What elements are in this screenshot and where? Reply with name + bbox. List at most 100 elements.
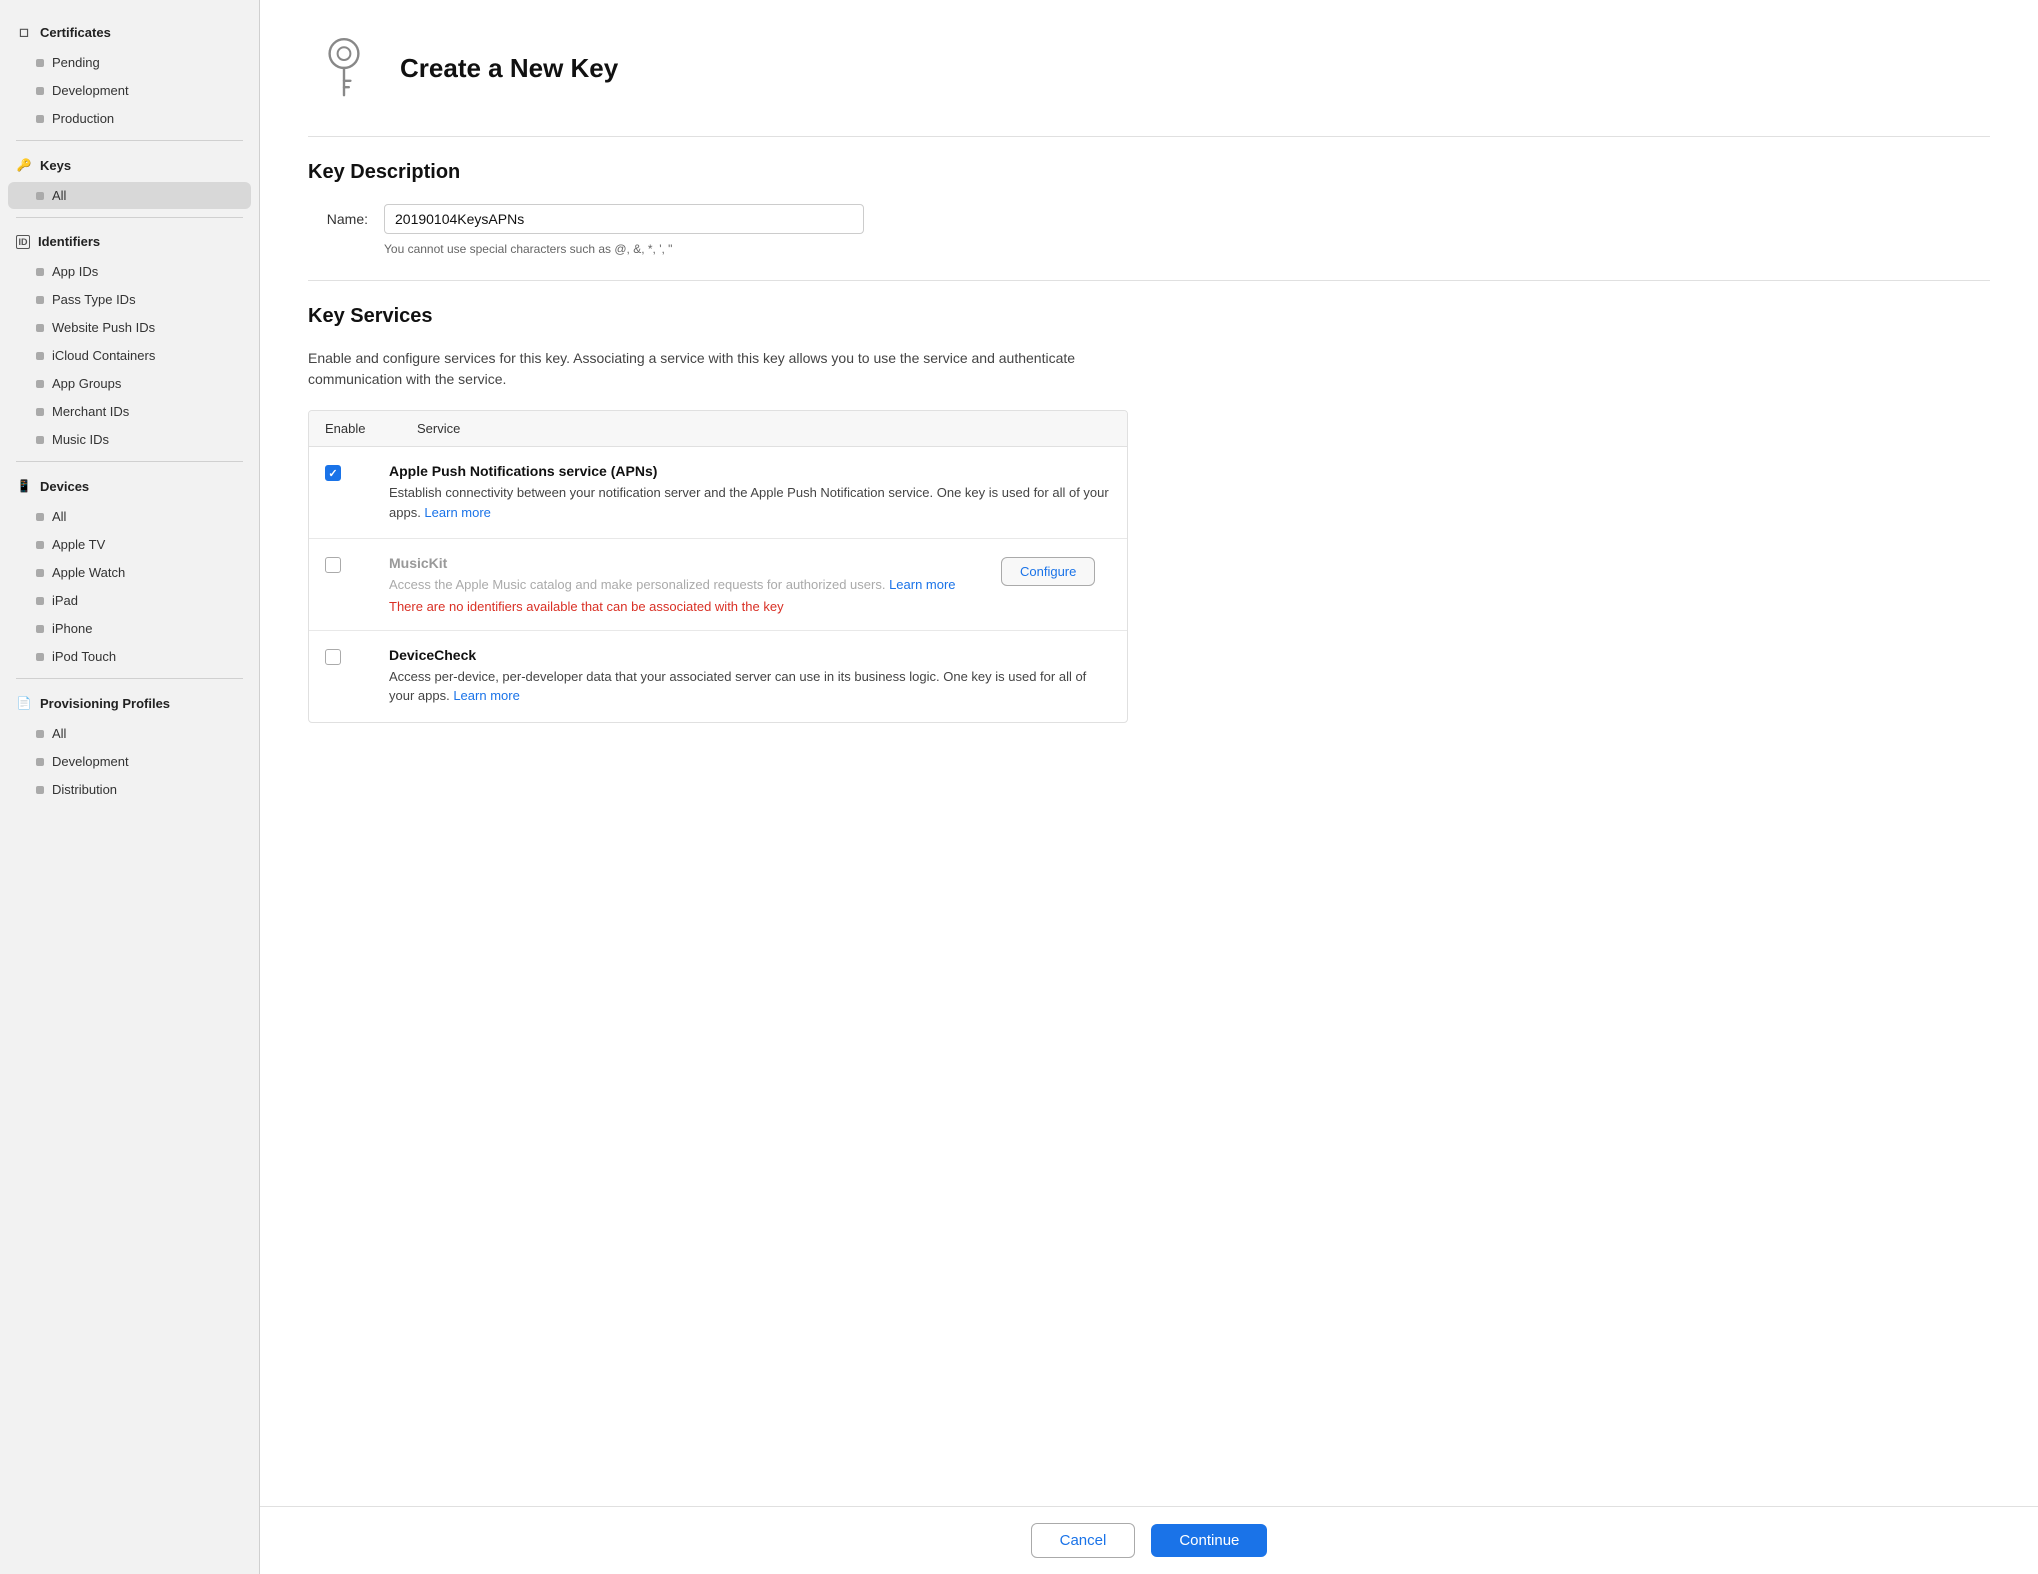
dot-icon [36,115,44,123]
sidebar-item-app-ids[interactable]: App IDs [8,258,251,285]
sidebar-item-label-app-groups: App Groups [52,376,121,391]
sidebar-item-label-pass-type-ids: Pass Type IDs [52,292,136,307]
dot-icon [36,436,44,444]
devicecheck-checkbox[interactable] [325,649,341,665]
sidebar-item-label-devices-all: All [52,509,66,524]
musickit-checkbox[interactable] [325,557,341,573]
sidebar-item-merchant-ids[interactable]: Merchant IDs [8,398,251,425]
key-services-section: Key Services Enable and configure servic… [308,305,1990,723]
service-row-apns: Apple Push Notifications service (APNs) … [309,447,1127,539]
certificate-icon: ◻ [16,24,32,40]
sidebar-section-certificates: ◻ Certificates Pending Development Produ… [0,16,259,132]
apns-checkbox[interactable] [325,465,341,481]
services-description: Enable and configure services for this k… [308,348,1088,390]
key-services-heading: Key Services [308,305,1990,328]
sidebar: ◻ Certificates Pending Development Produ… [0,0,260,1574]
sidebar-item-keys-all[interactable]: All [8,182,251,209]
dot-icon [36,653,44,661]
sidebar-section-label-devices: Devices [40,479,89,494]
sidebar-item-label-provisioning-all: All [52,726,66,741]
musickit-checkbox-col [325,555,365,573]
sidebar-section-label-provisioning: Provisioning Profiles [40,696,170,711]
sidebar-item-music-ids[interactable]: Music IDs [8,426,251,453]
sidebar-item-provisioning-all[interactable]: All [8,720,251,747]
musickit-description: Access the Apple Music catalog and make … [389,575,977,595]
sidebar-item-ipad[interactable]: iPad [8,587,251,614]
sidebar-section-header-devices: 📱 Devices [0,470,259,502]
apns-description: Establish connectivity between your noti… [389,483,1111,522]
sidebar-item-label-provisioning-dev: Development [52,754,129,769]
sidebar-item-devices-all[interactable]: All [8,503,251,530]
sidebar-section-header-provisioning: 📄 Provisioning Profiles [0,687,259,719]
musickit-configure-button[interactable]: Configure [1001,557,1095,586]
footer-bar: Cancel Continue [260,1506,2038,1574]
devicecheck-learn-more-link[interactable]: Learn more [453,688,519,703]
sidebar-section-label-keys: Keys [40,158,71,173]
key-description-heading: Key Description [308,161,1990,184]
main-content: Create a New Key Key Description Name: Y… [260,0,2038,1574]
services-table-header: Enable Service [309,411,1127,447]
sidebar-item-provisioning-distribution[interactable]: Distribution [8,776,251,803]
dot-icon [36,625,44,633]
sidebar-item-development-cert[interactable]: Development [8,77,251,104]
provisioning-icon: 📄 [16,695,32,711]
sidebar-section-provisioning: 📄 Provisioning Profiles All Development … [0,687,259,803]
sidebar-item-label-apple-tv: Apple TV [52,537,105,552]
name-form-row: Name: [308,204,1990,234]
service-column-header: Service [417,421,460,436]
apns-checkbox-col [325,463,365,481]
dot-icon [36,408,44,416]
sidebar-item-label-merchant-ids: Merchant IDs [52,404,129,419]
key-name-input[interactable] [384,204,864,234]
musickit-info: MusicKit Access the Apple Music catalog … [389,555,977,614]
sidebar-item-label-ipod-touch: iPod Touch [52,649,116,664]
cancel-button[interactable]: Cancel [1031,1523,1136,1558]
sidebar-item-label-dev-cert: Development [52,83,129,98]
dot-icon [36,268,44,276]
sidebar-item-apple-tv[interactable]: Apple TV [8,531,251,558]
divider-2 [16,217,243,218]
continue-button[interactable]: Continue [1151,1524,1267,1557]
sidebar-item-production-cert[interactable]: Production [8,105,251,132]
sidebar-section-label-identifiers: Identifiers [38,234,100,249]
sidebar-item-website-push-ids[interactable]: Website Push IDs [8,314,251,341]
sidebar-item-app-groups[interactable]: App Groups [8,370,251,397]
sidebar-section-header-certificates: ◻ Certificates [0,16,259,48]
key-icon-container [308,32,380,104]
dot-icon [36,513,44,521]
divider-4 [16,678,243,679]
dot-icon [36,324,44,332]
sidebar-item-label-apple-watch: Apple Watch [52,565,125,580]
key-large-icon [312,36,376,100]
dot-icon [36,296,44,304]
service-row-devicecheck: DeviceCheck Access per-device, per-devel… [309,631,1127,722]
musickit-action-col: Configure [1001,555,1111,586]
sidebar-item-label-provisioning-dist: Distribution [52,782,117,797]
sidebar-item-pass-type-ids[interactable]: Pass Type IDs [8,286,251,313]
identifiers-icon: ID [16,235,30,249]
service-row-musickit: MusicKit Access the Apple Music catalog … [309,539,1127,631]
sidebar-item-apple-watch[interactable]: Apple Watch [8,559,251,586]
sidebar-item-icloud-containers[interactable]: iCloud Containers [8,342,251,369]
sidebar-item-ipod-touch[interactable]: iPod Touch [8,643,251,670]
dot-icon [36,541,44,549]
dot-icon [36,597,44,605]
services-table: Enable Service Apple Push Notifications … [308,410,1128,723]
name-label: Name: [308,211,368,227]
dot-icon [36,59,44,67]
sidebar-item-provisioning-development[interactable]: Development [8,748,251,775]
key-description-section: Key Description Name: You cannot use spe… [308,161,1990,256]
sidebar-item-label-app-ids: App IDs [52,264,98,279]
sidebar-item-pending[interactable]: Pending [8,49,251,76]
sidebar-item-label-ipad: iPad [52,593,78,608]
name-hint: You cannot use special characters such a… [384,242,1990,256]
sidebar-item-label-keys-all: All [52,188,66,203]
sidebar-item-iphone[interactable]: iPhone [8,615,251,642]
dot-icon [36,380,44,388]
dot-icon [36,786,44,794]
sidebar-section-label-certificates: Certificates [40,25,111,40]
musickit-learn-more-link[interactable]: Learn more [889,577,955,592]
dot-icon [36,87,44,95]
musickit-error: There are no identifiers available that … [389,599,977,614]
apns-learn-more-link[interactable]: Learn more [424,505,490,520]
